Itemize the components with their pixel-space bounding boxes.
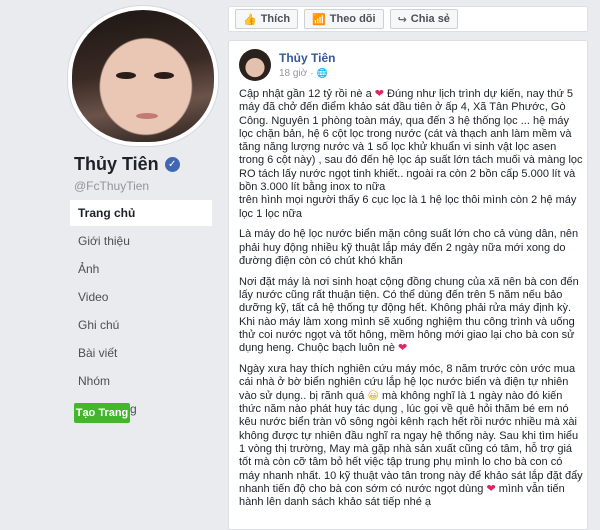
nav-item-about[interactable]: Giới thiệu xyxy=(70,228,212,254)
post-author-name[interactable]: Thủy Tiên xyxy=(279,51,335,65)
heart-icon: ❤ xyxy=(486,482,496,495)
heart-icon: ❤ xyxy=(374,88,384,100)
photo-mouth xyxy=(136,113,158,119)
nav-item-notes[interactable]: Ghi chú xyxy=(70,312,212,338)
nav-item-videos[interactable]: Video xyxy=(70,284,212,310)
post-paragraph: Ngày xưa hay thích nghiên cứu máy móc, 8… xyxy=(239,363,584,509)
rss-icon: 📶 xyxy=(312,13,326,26)
profile-photo xyxy=(72,10,214,142)
like-page-button[interactable]: 👍 Thích xyxy=(235,9,299,29)
nav-item-posts[interactable]: Bài viết xyxy=(70,340,212,366)
post-text: Đúng như lịch trình dự kiến, nay thứ 5 m… xyxy=(239,88,583,194)
follow-label: Theo dõi xyxy=(329,13,376,25)
heart-icon: ❤ xyxy=(398,342,408,355)
create-page-button[interactable]: Tạo Trang xyxy=(74,403,130,423)
profile-name[interactable]: Thủy Tiên ✓ xyxy=(74,154,180,175)
globe-icon: 🌐 xyxy=(316,68,328,78)
post-paragraph: Nơi đặt máy là nơi sinh hoạt cộng đồng c… xyxy=(239,276,584,356)
profile-name-text[interactable]: Thủy Tiên xyxy=(74,154,159,175)
post-card: Thủy Tiên 18 giờ · 🌐 Cập nhật gần 12 tỷ … xyxy=(228,40,588,530)
post-text: Cập nhật gần 12 tỷ rồi nè a xyxy=(239,88,375,100)
nav-item-groups[interactable]: Nhóm xyxy=(70,368,212,394)
thumbs-up-icon: 👍 xyxy=(243,13,257,26)
post-text: Nơi đặt máy là nơi sinh hoạt cộng đồng c… xyxy=(239,275,579,355)
post-text: trên hình mọi người thấy 6 cục lọc là 1 … xyxy=(239,194,577,220)
post-text: mà không nghĩ là 1 ngày nào đó kiến thức… xyxy=(239,389,583,495)
post-paragraph: Cập nhật gần 12 tỷ rồi nè a ❤ Đúng như l… xyxy=(239,88,584,221)
photo-eye-left xyxy=(116,72,136,79)
profile-nav: Trang chủ Giới thiệu Ảnh Video Ghi chú B… xyxy=(70,200,212,424)
page-action-bar: 👍 Thích 📶 Theo dõi ↪ Chia sẻ xyxy=(228,6,588,32)
follow-button[interactable]: 📶 Theo dõi xyxy=(304,9,384,29)
profile-username[interactable]: @FcThuyTien xyxy=(74,179,149,193)
share-button[interactable]: ↪ Chia sẻ xyxy=(389,9,458,29)
profile-avatar[interactable] xyxy=(68,6,218,146)
photo-eye-right xyxy=(154,72,174,79)
post-body: Cập nhật gần 12 tỷ rồi nè a ❤ Đúng như l… xyxy=(239,88,584,517)
nav-item-home[interactable]: Trang chủ xyxy=(70,200,212,226)
post-author-avatar[interactable] xyxy=(239,49,271,81)
verified-badge-icon: ✓ xyxy=(164,157,180,172)
nav-item-photos[interactable]: Ảnh xyxy=(70,256,212,282)
smile-emoji-icon: 😀 xyxy=(367,389,379,402)
post-time-text: 18 giờ xyxy=(279,68,308,79)
share-arrow-icon: ↪ xyxy=(397,13,407,26)
post-paragraph: Là máy do hệ lọc nước biển mặn công suất… xyxy=(239,228,579,268)
profile-sidebar: Thủy Tiên ✓ @FcThuyTien Trang chủ Giới t… xyxy=(0,0,220,530)
share-label: Chia sẻ xyxy=(410,13,450,25)
like-label: Thích xyxy=(260,13,291,25)
post-timestamp[interactable]: 18 giờ · 🌐 xyxy=(279,68,328,79)
